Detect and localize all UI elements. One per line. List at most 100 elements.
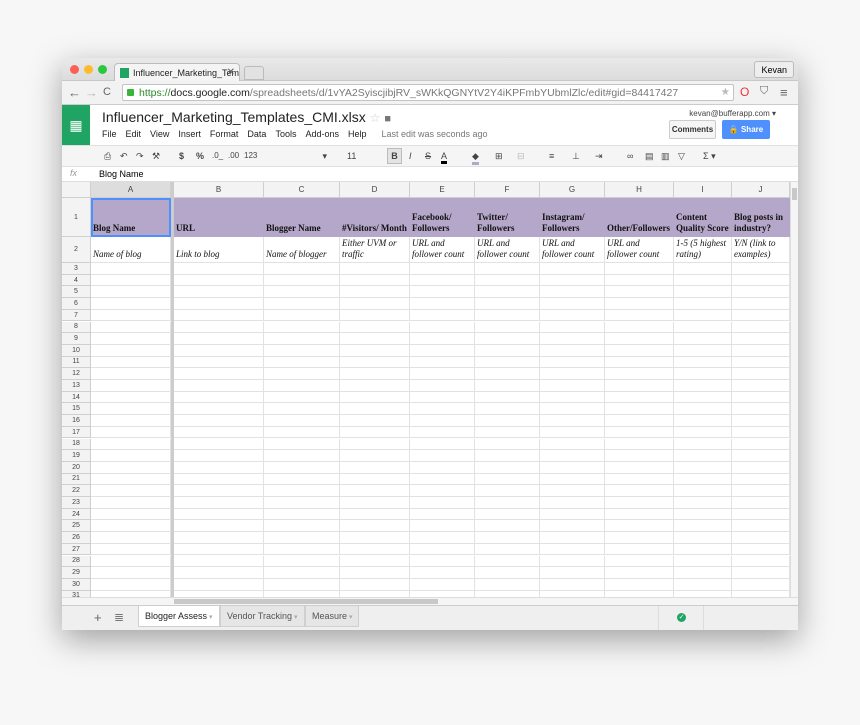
cell-d30[interactable] (340, 578, 410, 591)
cell-f17[interactable] (475, 426, 540, 439)
number-format-dropdown[interactable]: 123 (244, 151, 257, 160)
cell-e1[interactable]: Facebook/ Followers (410, 198, 475, 237)
print-icon[interactable]: ⎙ (104, 151, 111, 162)
cell-j4[interactable] (732, 274, 790, 287)
cell-a5[interactable] (91, 286, 171, 299)
cell-a20[interactable] (91, 461, 171, 474)
cell-h11[interactable] (605, 356, 674, 369)
column-header-c[interactable]: C (264, 182, 340, 198)
cell-b7[interactable] (174, 309, 264, 322)
cell-e4[interactable] (410, 274, 475, 287)
document-title[interactable]: Influencer_Marketing_Templates_CMI.xlsx (102, 109, 366, 125)
cell-g1[interactable]: Instagram/ Followers (540, 198, 605, 237)
browser-tab[interactable]: Influencer_Marketing_Temp ✕ (114, 63, 240, 81)
column-header-a[interactable]: A (91, 182, 171, 198)
cell-b16[interactable] (174, 415, 264, 427)
cell-a2[interactable]: Name of blog (91, 237, 171, 263)
column-header-b[interactable]: B (174, 182, 264, 198)
cell-e13[interactable] (410, 380, 475, 392)
cell-a16[interactable] (91, 415, 171, 427)
cell-a21[interactable] (91, 473, 171, 486)
cell-a23[interactable] (91, 497, 171, 509)
cell-h1[interactable]: Other/Followers (605, 198, 674, 237)
sheets-logo-icon[interactable]: ▦ (62, 105, 90, 145)
cell-b10[interactable] (174, 344, 264, 357)
cell-i2[interactable]: 1-5 (5 highest rating) (674, 237, 732, 263)
text-color-button[interactable]: A (441, 151, 448, 164)
cell-g3[interactable] (540, 263, 605, 275)
cell-e17[interactable] (410, 426, 475, 439)
cell-e28[interactable] (410, 555, 475, 568)
cell-i24[interactable] (674, 508, 732, 521)
cell-i26[interactable] (674, 532, 732, 544)
functions-icon[interactable]: Σ ▾ (703, 151, 716, 162)
fill-color-icon[interactable]: ◆ (472, 151, 479, 165)
cell-i16[interactable] (674, 415, 732, 427)
cell-h29[interactable] (605, 567, 674, 579)
cell-j18[interactable] (732, 438, 790, 451)
cell-d6[interactable] (340, 298, 410, 310)
close-window-icon[interactable] (70, 65, 79, 74)
horizontal-scrollbar[interactable] (62, 597, 798, 605)
vertical-align-icon[interactable]: ⊥ (572, 151, 580, 162)
cell-a27[interactable] (91, 543, 171, 556)
cell-e26[interactable] (410, 532, 475, 544)
cell-d1[interactable]: #Visitors/ Month (340, 198, 410, 237)
cell-i12[interactable] (674, 368, 732, 380)
font-family-dropdown[interactable]: ▾ (267, 151, 327, 162)
cell-d14[interactable] (340, 391, 410, 404)
cell-d28[interactable] (340, 555, 410, 568)
cell-h24[interactable] (605, 508, 674, 521)
cell-b28[interactable] (174, 555, 264, 568)
cell-i7[interactable] (674, 309, 732, 322)
cell-g30[interactable] (540, 578, 605, 591)
cell-i21[interactable] (674, 473, 732, 486)
cell-j8[interactable] (732, 321, 790, 334)
cell-j3[interactable] (732, 263, 790, 275)
cell-i22[interactable] (674, 485, 732, 497)
cell-f23[interactable] (475, 497, 540, 509)
cell-a7[interactable] (91, 309, 171, 322)
cell-h19[interactable] (605, 450, 674, 462)
text-wrap-icon[interactable]: ⇥ (595, 151, 603, 162)
cell-h13[interactable] (605, 380, 674, 392)
row-header[interactable]: 1 (62, 198, 91, 237)
cell-c10[interactable] (264, 344, 340, 357)
cell-b21[interactable] (174, 473, 264, 486)
cell-g18[interactable] (540, 438, 605, 451)
menu-edit[interactable]: Edit (126, 129, 142, 139)
cell-h5[interactable] (605, 286, 674, 299)
cell-d7[interactable] (340, 309, 410, 322)
cell-d20[interactable] (340, 461, 410, 474)
cell-a8[interactable] (91, 321, 171, 334)
row-header[interactable]: 20 (62, 461, 91, 474)
cell-e10[interactable] (410, 344, 475, 357)
cell-g25[interactable] (540, 520, 605, 533)
row-header[interactable]: 30 (62, 578, 91, 591)
cell-i20[interactable] (674, 461, 732, 474)
cell-i10[interactable] (674, 344, 732, 357)
italic-button[interactable]: I (409, 151, 412, 161)
cell-j13[interactable] (732, 380, 790, 392)
cell-a1[interactable]: Blog Name (91, 198, 171, 237)
cell-d4[interactable] (340, 274, 410, 287)
url-input[interactable]: https://docs.google.com/spreadsheets/d/1… (122, 84, 734, 101)
cell-b14[interactable] (174, 391, 264, 404)
row-header[interactable]: 5 (62, 286, 91, 299)
cell-d24[interactable] (340, 508, 410, 521)
cell-g17[interactable] (540, 426, 605, 439)
cell-d13[interactable] (340, 380, 410, 392)
cell-a17[interactable] (91, 426, 171, 439)
cell-c24[interactable] (264, 508, 340, 521)
cell-f10[interactable] (475, 344, 540, 357)
cell-e7[interactable] (410, 309, 475, 322)
cell-f3[interactable] (475, 263, 540, 275)
cell-f24[interactable] (475, 508, 540, 521)
cell-a26[interactable] (91, 532, 171, 544)
cell-e25[interactable] (410, 520, 475, 533)
cell-j1[interactable]: Blog posts in industry? (732, 198, 790, 237)
cell-j9[interactable] (732, 333, 790, 345)
cell-h22[interactable] (605, 485, 674, 497)
cell-g9[interactable] (540, 333, 605, 345)
cell-c26[interactable] (264, 532, 340, 544)
